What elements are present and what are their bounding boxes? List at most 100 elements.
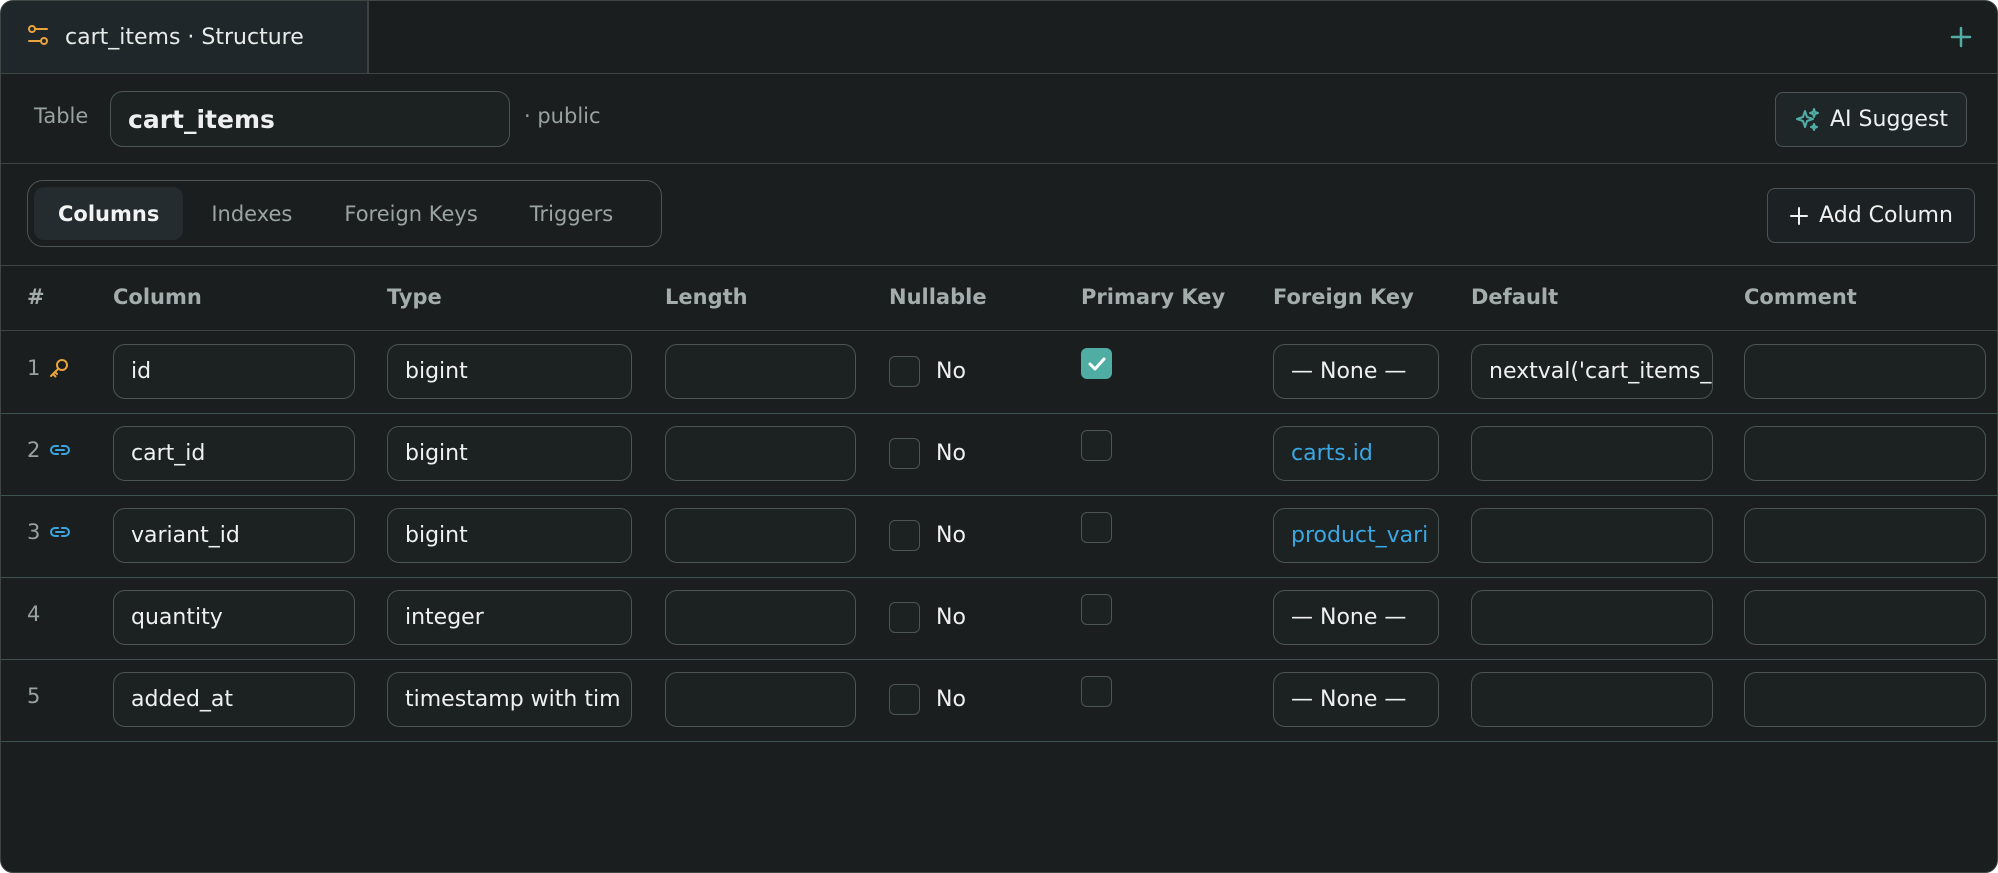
foreign-key-select[interactable]: product_vari <box>1273 508 1439 563</box>
row-number-cell: 1 <box>27 356 70 380</box>
ai-suggest-button[interactable]: AI Suggest <box>1775 92 1967 147</box>
type-input[interactable]: timestamp with tim <box>387 672 632 727</box>
row-number: 1 <box>27 356 41 380</box>
header-number: # <box>27 285 45 309</box>
row-number: 4 <box>27 602 41 626</box>
column-name-input[interactable]: added_at <box>113 672 355 727</box>
tab-cart-items-structure[interactable]: cart_items · Structure <box>1 1 369 73</box>
structure-tabs: Columns Indexes Foreign Keys Triggers <box>27 180 662 247</box>
length-input[interactable] <box>665 590 856 645</box>
tab-columns[interactable]: Columns <box>34 187 184 240</box>
row-number-cell: 3 <box>27 520 72 544</box>
checkmark-icon <box>1086 353 1108 375</box>
nullable-cell: No <box>889 520 966 551</box>
add-column-button[interactable]: Add Column <box>1767 188 1975 243</box>
header-column: Column <box>113 285 202 309</box>
nullable-label: No <box>936 605 966 630</box>
comment-input[interactable] <box>1744 672 1986 727</box>
type-input[interactable]: bigint <box>387 344 632 399</box>
row-number: 5 <box>27 684 41 708</box>
table-row: 1 id bigint No — None — nextval('cart_items_ <box>1 332 1997 414</box>
default-input[interactable] <box>1471 426 1713 481</box>
column-name-input[interactable]: cart_id <box>113 426 355 481</box>
nullable-cell: No <box>889 356 966 387</box>
primary-key-checkbox[interactable] <box>1081 512 1112 543</box>
nullable-label: No <box>936 523 966 548</box>
ai-suggest-label: AI Suggest <box>1830 107 1948 132</box>
foreign-key-select[interactable]: — None — <box>1273 590 1439 645</box>
nullable-checkbox[interactable] <box>889 684 920 715</box>
nullable-cell: No <box>889 438 966 469</box>
header-comment: Comment <box>1744 285 1857 309</box>
add-column-label: Add Column <box>1819 203 1953 228</box>
nullable-label: No <box>936 441 966 466</box>
foreign-key-select[interactable]: — None — <box>1273 344 1439 399</box>
comment-input[interactable] <box>1744 344 1986 399</box>
table-name-input[interactable]: cart_items <box>110 91 510 147</box>
primary-key-checkbox[interactable] <box>1081 676 1112 707</box>
primary-key-checkbox[interactable] <box>1081 348 1112 379</box>
link-icon <box>48 442 72 458</box>
default-input[interactable] <box>1471 590 1713 645</box>
header-type: Type <box>387 285 442 309</box>
tab-indexes[interactable]: Indexes <box>187 187 316 240</box>
nullable-checkbox[interactable] <box>889 356 920 387</box>
nullable-cell: No <box>889 602 966 633</box>
tab-foreign-keys[interactable]: Foreign Keys <box>320 187 501 240</box>
default-input[interactable] <box>1471 672 1713 727</box>
tab-bar: cart_items · Structure <box>1 1 1997 74</box>
length-input[interactable] <box>665 672 856 727</box>
schema-label: · public <box>524 104 601 128</box>
tab-triggers[interactable]: Triggers <box>506 187 637 240</box>
primary-key-checkbox[interactable] <box>1081 594 1112 625</box>
row-number-cell: 2 <box>27 438 72 462</box>
comment-input[interactable] <box>1744 426 1986 481</box>
table-row: 5 added_at timestamp with tim No — None — <box>1 660 1997 742</box>
foreign-key-select[interactable]: — None — <box>1273 672 1439 727</box>
table-name-bar: Table cart_items · public AI Suggest <box>1 74 1997 164</box>
nullable-checkbox[interactable] <box>889 520 920 551</box>
default-input[interactable] <box>1471 508 1713 563</box>
table-row: 2 cart_id bigint No carts.id <box>1 414 1997 496</box>
plus-icon <box>1950 26 1972 48</box>
header-length: Length <box>665 285 748 309</box>
type-input[interactable]: bigint <box>387 426 632 481</box>
nullable-checkbox[interactable] <box>889 602 920 633</box>
table-row: 4 quantity integer No — None — <box>1 578 1997 660</box>
nullable-checkbox[interactable] <box>889 438 920 469</box>
nullable-cell: No <box>889 684 966 715</box>
header-primary-key: Primary Key <box>1081 285 1226 309</box>
nullable-label: No <box>936 359 966 384</box>
comment-input[interactable] <box>1744 508 1986 563</box>
link-icon <box>48 524 72 540</box>
key-icon <box>48 357 70 379</box>
header-foreign-key: Foreign Key <box>1273 285 1414 309</box>
column-name-input[interactable]: id <box>113 344 355 399</box>
row-number: 3 <box>27 520 41 544</box>
sliders-icon <box>27 24 49 50</box>
header-default: Default <box>1471 285 1559 309</box>
foreign-key-select[interactable]: carts.id <box>1273 426 1439 481</box>
structure-window: cart_items · Structure Table cart_items … <box>0 0 1998 873</box>
sparkles-icon <box>1796 107 1819 131</box>
column-name-input[interactable]: quantity <box>113 590 355 645</box>
type-input[interactable]: bigint <box>387 508 632 563</box>
nullable-label: No <box>936 687 966 712</box>
subtabs-row: Columns Indexes Foreign Keys Triggers Ad… <box>1 164 1997 266</box>
grid-header: # Column Type Length Nullable Primary Ke… <box>1 267 1997 331</box>
header-nullable: Nullable <box>889 285 987 309</box>
length-input[interactable] <box>665 508 856 563</box>
table-row: 3 variant_id bigint No product_vari <box>1 496 1997 578</box>
table-label: Table <box>34 104 89 128</box>
new-tab-button[interactable] <box>1945 21 1977 53</box>
length-input[interactable] <box>665 344 856 399</box>
comment-input[interactable] <box>1744 590 1986 645</box>
type-input[interactable]: integer <box>387 590 632 645</box>
plus-icon <box>1790 206 1809 225</box>
length-input[interactable] <box>665 426 856 481</box>
column-name-input[interactable]: variant_id <box>113 508 355 563</box>
row-number-cell: 4 <box>27 602 40 626</box>
default-input[interactable]: nextval('cart_items_ <box>1471 344 1713 399</box>
tab-title: cart_items · Structure <box>65 24 304 50</box>
primary-key-checkbox[interactable] <box>1081 430 1112 461</box>
